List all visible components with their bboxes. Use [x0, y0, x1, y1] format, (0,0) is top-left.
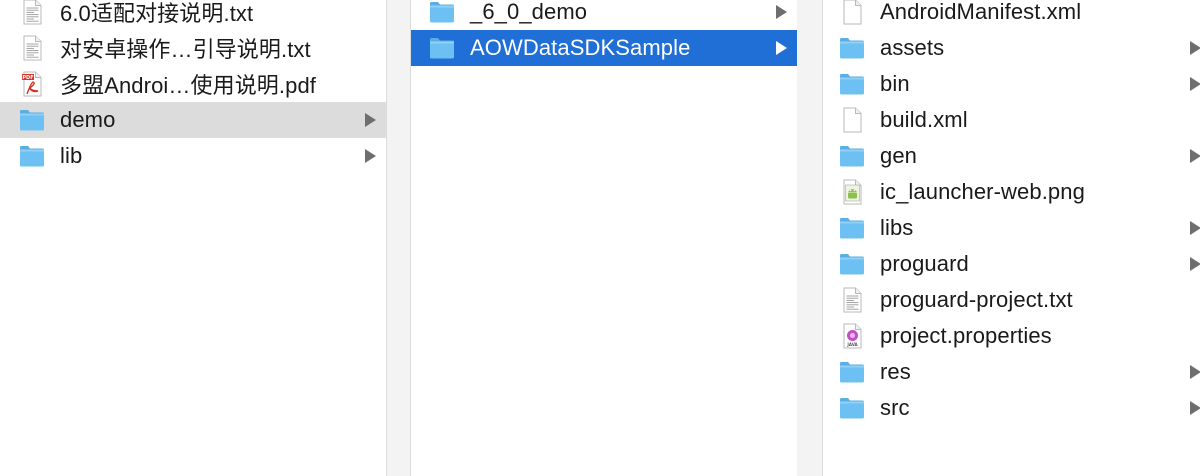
- file-row[interactable]: res: [823, 354, 1200, 390]
- disclosure-arrow-icon: [1190, 401, 1200, 415]
- disclosure-arrow-icon: [1190, 221, 1200, 235]
- column-divider-1[interactable]: [387, 0, 410, 476]
- folder-icon: [17, 105, 47, 135]
- file-name: 6.0适配对接说明.txt: [60, 1, 254, 26]
- file-row[interactable]: lib: [0, 138, 386, 174]
- android-image-icon: [837, 177, 867, 207]
- folder-icon: [837, 357, 867, 387]
- disclosure-arrow-icon: [365, 113, 376, 127]
- folder-icon: [837, 213, 867, 243]
- file-name: libs: [880, 215, 914, 240]
- folder-icon: [837, 249, 867, 279]
- svg-text:JAVA: JAVA: [846, 342, 858, 347]
- blank-file-icon: [837, 0, 867, 27]
- folder-icon: [427, 33, 457, 63]
- file-name: bin: [880, 71, 910, 96]
- file-row[interactable]: proguard: [823, 246, 1200, 282]
- disclosure-arrow-icon: [1190, 77, 1200, 91]
- disclosure-arrow-icon: [776, 41, 787, 55]
- file-row[interactable]: libs: [823, 210, 1200, 246]
- column-1[interactable]: 6.0适配对接说明.txt 对安卓操作…引导说明.txt PDF 多盟Androi…使…: [0, 0, 387, 476]
- file-row[interactable]: build.xml: [823, 102, 1200, 138]
- blank-file-icon: [837, 105, 867, 135]
- file-name: proguard: [880, 251, 969, 276]
- disclosure-arrow-icon: [776, 5, 787, 19]
- file-row[interactable]: src: [823, 390, 1200, 426]
- disclosure-arrow-icon: [1190, 257, 1200, 271]
- file-name: build.xml: [880, 107, 968, 132]
- file-name: 多盟Androi…使用说明.pdf: [60, 73, 316, 98]
- file-row[interactable]: AndroidManifest.xml: [823, 0, 1200, 30]
- folder-icon: [837, 69, 867, 99]
- file-name: project.properties: [880, 323, 1052, 348]
- column-3[interactable]: AndroidManifest.xml assets bin build.xml gen…: [822, 0, 1200, 476]
- folder-icon: [837, 141, 867, 171]
- file-row[interactable]: bin: [823, 66, 1200, 102]
- disclosure-arrow-icon: [1190, 149, 1200, 163]
- pdf-file-icon: PDF: [17, 69, 47, 99]
- disclosure-arrow-icon: [1190, 41, 1200, 55]
- folder-icon: [427, 0, 457, 27]
- file-name: assets: [880, 35, 945, 60]
- svg-text:PDF: PDF: [22, 75, 33, 81]
- file-name: lib: [60, 143, 83, 168]
- file-row[interactable]: demo: [0, 102, 386, 138]
- text-file-icon: [17, 33, 47, 63]
- file-name: demo: [60, 107, 116, 132]
- file-row[interactable]: _6_0_demo: [411, 0, 797, 30]
- finder-column-browser: 6.0适配对接说明.txt 对安卓操作…引导说明.txt PDF 多盟Androi…使…: [0, 0, 1200, 476]
- file-row[interactable]: gen: [823, 138, 1200, 174]
- file-row[interactable]: 6.0适配对接说明.txt: [0, 0, 386, 30]
- text-file-icon: [17, 0, 47, 27]
- file-row[interactable]: JAVA project.properties: [823, 318, 1200, 354]
- file-row[interactable]: assets: [823, 30, 1200, 66]
- file-name: gen: [880, 143, 918, 168]
- file-row[interactable]: proguard-project.txt: [823, 282, 1200, 318]
- file-row[interactable]: PDF 多盟Androi…使用说明.pdf: [0, 66, 386, 102]
- folder-icon: [837, 393, 867, 423]
- disclosure-arrow-icon: [365, 149, 376, 163]
- file-name: ic_launcher-web.png: [880, 179, 1085, 204]
- file-row[interactable]: AOWDataSDKSample: [411, 30, 797, 66]
- file-row[interactable]: ic_launcher-web.png: [823, 174, 1200, 210]
- disclosure-arrow-icon: [1190, 365, 1200, 379]
- folder-icon: [837, 33, 867, 63]
- file-name: proguard-project.txt: [880, 287, 1073, 312]
- file-row[interactable]: 对安卓操作…引导说明.txt: [0, 30, 386, 66]
- file-name: _6_0_demo: [470, 0, 588, 24]
- column-divider-2[interactable]: [797, 0, 822, 476]
- file-name: res: [880, 359, 911, 384]
- java-properties-icon: JAVA: [837, 321, 867, 351]
- file-name: AOWDataSDKSample: [470, 35, 691, 60]
- file-name: 对安卓操作…引导说明.txt: [60, 37, 311, 62]
- file-name: src: [880, 395, 910, 420]
- text-file-icon: [837, 285, 867, 315]
- folder-icon: [17, 141, 47, 171]
- column-2[interactable]: _6_0_demo AOWDataSDKSample: [410, 0, 798, 476]
- file-name: AndroidManifest.xml: [880, 0, 1082, 24]
